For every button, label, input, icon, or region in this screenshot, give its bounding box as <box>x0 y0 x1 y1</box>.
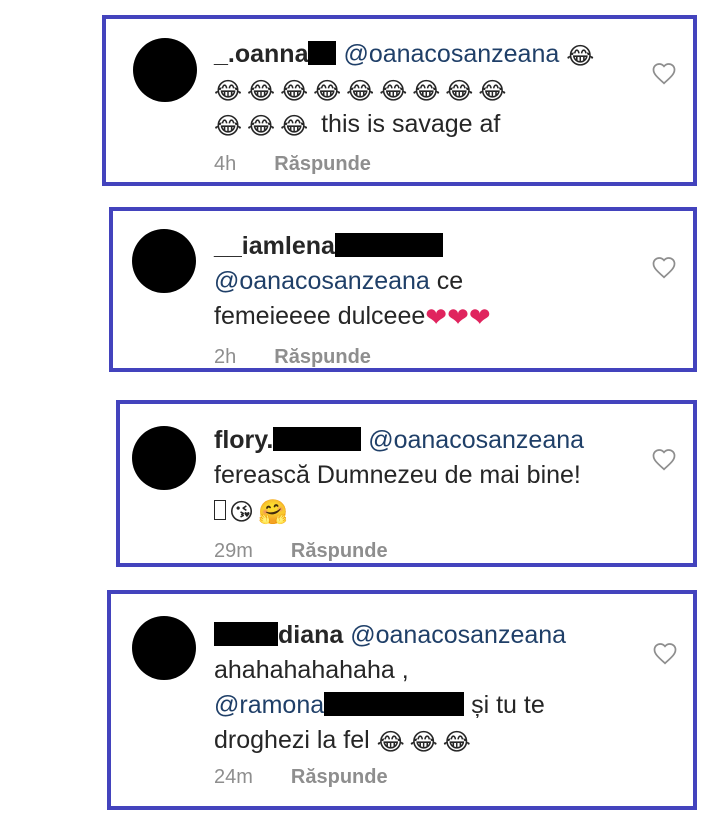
timestamp: 2h <box>214 346 237 368</box>
reply-button[interactable]: Răspunde <box>274 153 371 175</box>
comment-body: diana @oanacosanzeana ahahahahahaha , @r… <box>214 618 644 758</box>
comment-meta: 24m Răspunde <box>214 766 388 789</box>
comment-card: flory. @oanacosanzeana ferească Dumnezeu… <box>116 400 697 567</box>
timestamp: 29m <box>214 540 253 562</box>
comment-body: flory. @oanacosanzeana ferească Dumnezeu… <box>214 423 634 528</box>
comment-card: diana @oanacosanzeana ahahahahahaha , @r… <box>107 590 697 810</box>
comment-text: this is savage af <box>321 110 501 138</box>
comment-card: __iamlena @oanacosanzeana ce femeieeee d… <box>109 207 697 372</box>
laughing-emoji-row: 😂😂😂 <box>376 728 476 756</box>
comment-text: ferească Dumnezeu de mai bine! <box>214 461 581 489</box>
avatar[interactable] <box>133 38 197 102</box>
laughing-emoji-row: 😂😂😂😂😂😂😂😂😂 <box>214 77 512 105</box>
red-heart-emoji: ❤❤❤ <box>425 303 491 333</box>
comment-text: droghezi la fel <box>214 726 370 754</box>
redaction-block <box>308 41 337 65</box>
mention-link[interactable]: @oanacosanzeana <box>368 426 584 454</box>
redaction-block <box>214 622 278 646</box>
username[interactable]: __iamlena <box>214 232 335 260</box>
comment-card: _.oanna @oanacosanzeana 😂 😂😂😂😂😂😂😂😂😂 😂😂😂 … <box>102 15 697 186</box>
comment-text: ce <box>436 267 464 295</box>
avatar[interactable] <box>132 229 196 293</box>
username[interactable]: flory. <box>214 426 273 454</box>
comment-body: __iamlena @oanacosanzeana ce femeieeee d… <box>214 229 634 336</box>
kiss-hug-emojis: 😘🤗 <box>229 498 292 526</box>
heart-outline-icon[interactable] <box>651 447 677 471</box>
laughing-emoji-row: 😂😂😂 <box>214 112 314 140</box>
timestamp: 4h <box>214 153 237 175</box>
timestamp: 24m <box>214 766 253 788</box>
avatar[interactable] <box>132 426 196 490</box>
reply-button[interactable]: Răspunde <box>291 766 388 788</box>
username[interactable]: diana <box>278 621 343 649</box>
mention-link[interactable]: @oanacosanzeana <box>214 267 430 295</box>
comment-body: _.oanna @oanacosanzeana 😂 😂😂😂😂😂😂😂😂😂 😂😂😂 … <box>214 37 634 142</box>
comment-text: ahahahahahaha , <box>214 656 409 684</box>
mention-link[interactable]: @ramona <box>214 691 324 719</box>
redaction-block <box>273 427 362 451</box>
redaction-block <box>324 692 465 716</box>
heart-outline-icon[interactable] <box>651 255 677 279</box>
comment-meta: 4h Răspunde <box>214 153 371 176</box>
laughing-emoji: 😂 <box>566 42 595 70</box>
reply-button[interactable]: Răspunde <box>274 346 371 368</box>
mention-link[interactable]: @oanacosanzeana <box>350 621 566 649</box>
missing-glyph <box>214 500 226 520</box>
mention-link[interactable]: @oanacosanzeana <box>343 40 559 68</box>
comment-meta: 2h Răspunde <box>214 346 371 369</box>
comment-text: femeieeee dulceee <box>214 302 426 330</box>
heart-outline-icon[interactable] <box>651 61 677 85</box>
comment-meta: 29m Răspunde <box>214 540 388 563</box>
reply-button[interactable]: Răspunde <box>291 540 388 562</box>
heart-outline-icon[interactable] <box>652 641 678 665</box>
avatar[interactable] <box>132 616 196 680</box>
redaction-block <box>334 233 443 257</box>
comment-text: și tu te <box>471 691 545 719</box>
username[interactable]: _.oanna <box>214 40 308 68</box>
